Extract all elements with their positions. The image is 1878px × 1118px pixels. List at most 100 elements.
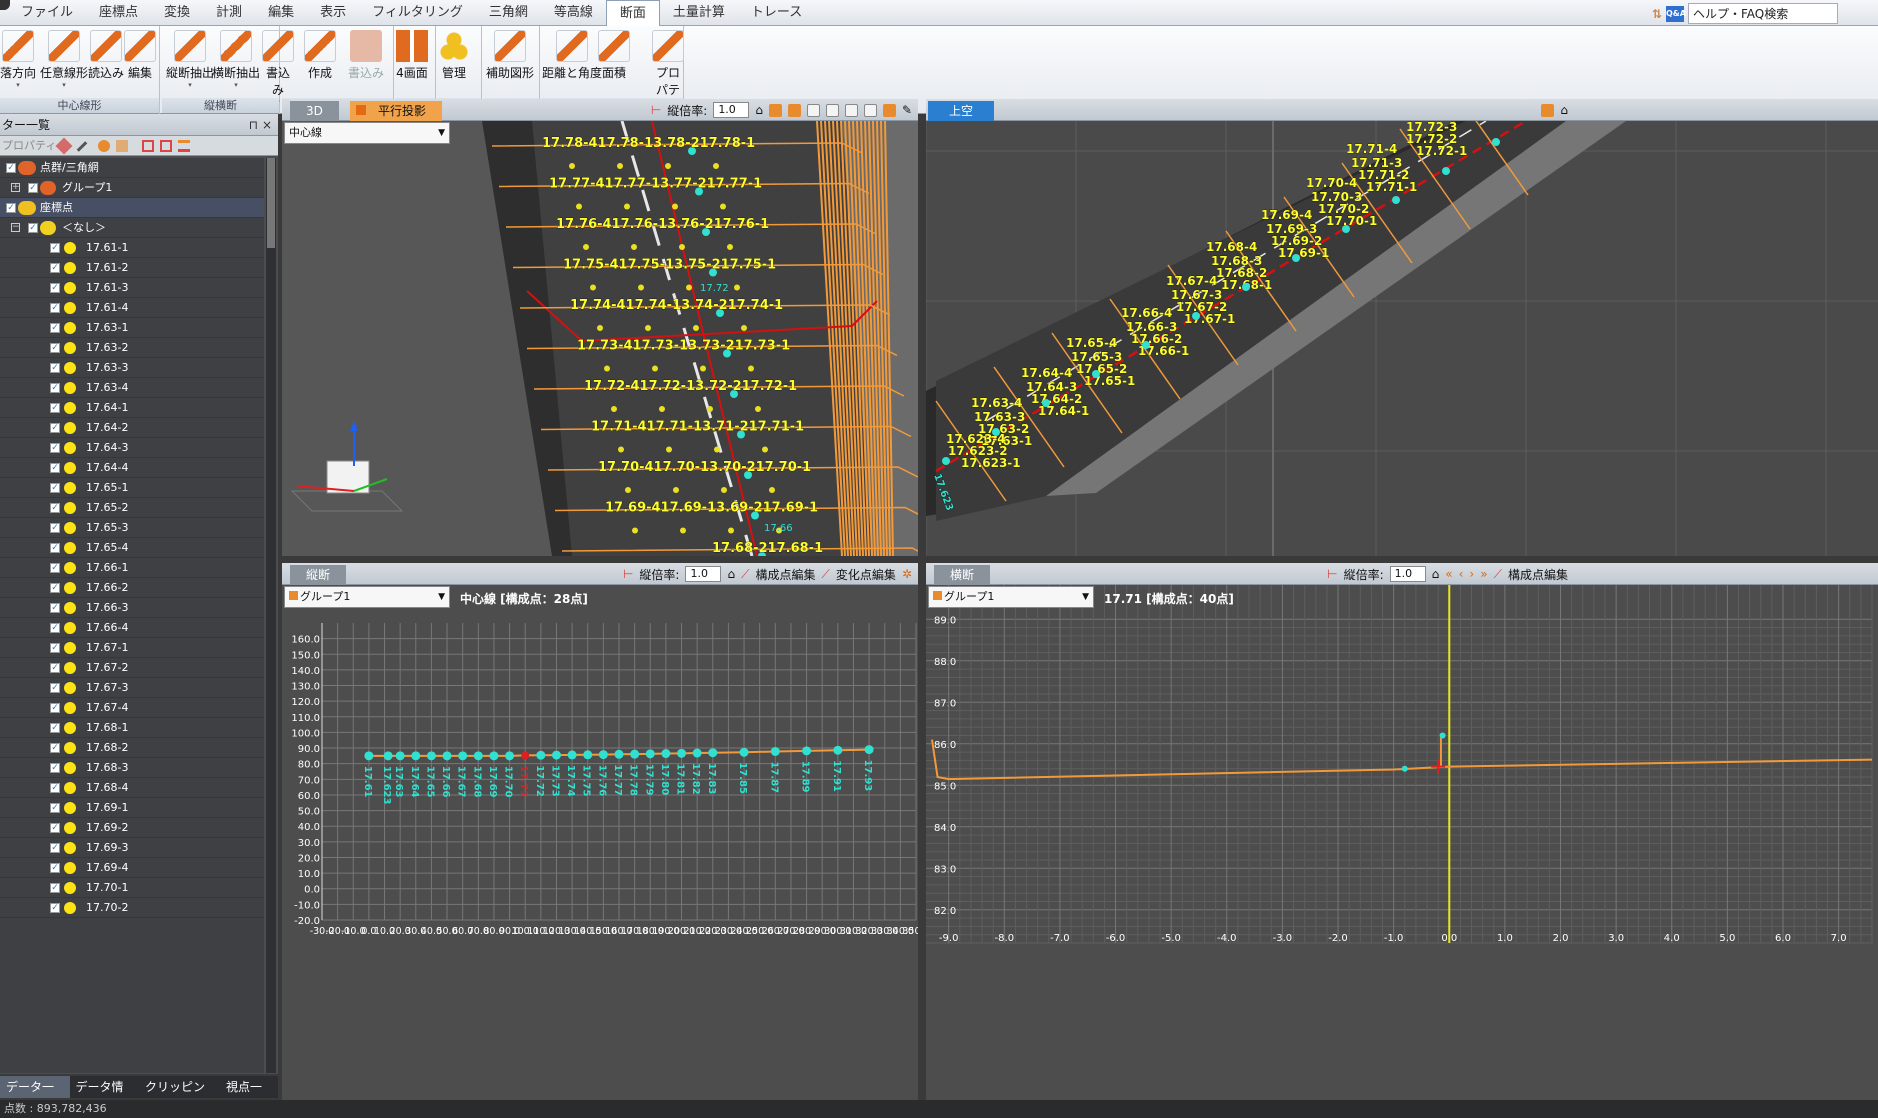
checkbox[interactable]: ✓	[6, 163, 16, 173]
home-icon[interactable]: ⌂	[755, 103, 763, 117]
ribbon-button-1-0[interactable]: 縦断抽出 ▾	[166, 28, 214, 96]
checkbox[interactable]: ✓	[50, 303, 60, 313]
toolbar-icon-5[interactable]	[142, 140, 154, 152]
ribbon-button-0-1[interactable]: 任意線形 ▾	[40, 28, 88, 96]
tab-cross[interactable]: 横断	[934, 565, 991, 585]
ribbon-button-6-1[interactable]: 面積	[598, 28, 630, 96]
bottom-tab-2[interactable]: クリッピング	[139, 1076, 220, 1116]
checkbox[interactable]: ✓	[50, 363, 60, 373]
toolbar-icon-4[interactable]	[116, 140, 128, 152]
scrollbar-thumb[interactable]	[267, 158, 275, 248]
edit-points-button[interactable]: 構成点編集	[1508, 566, 1568, 583]
expand-icon[interactable]: +	[11, 183, 20, 192]
centerline-select[interactable]: 中心線 ▼	[284, 122, 450, 144]
menu-tab-10[interactable]: 土量計算	[660, 0, 738, 26]
menu-tab-1[interactable]: 座標点	[86, 0, 151, 26]
checkbox[interactable]: ✓	[50, 803, 60, 813]
checkbox[interactable]: ✓	[50, 283, 60, 293]
tree-row[interactable]: ✓ 17.68-2	[0, 738, 264, 758]
ribbon-button-2-1[interactable]: 書込み	[348, 28, 384, 96]
checkbox[interactable]: ✓	[50, 883, 60, 893]
view-bottom-icon[interactable]	[863, 103, 877, 117]
ribbon-button-3-0[interactable]: 4画面	[396, 28, 428, 96]
marker-icon[interactable]	[882, 103, 896, 117]
view-top-icon[interactable]	[844, 103, 858, 117]
tab-parallel-projection[interactable]: 平行投影	[350, 101, 443, 121]
scale-input[interactable]: 1.0	[685, 566, 722, 582]
home-icon[interactable]: ⌂	[1432, 567, 1440, 581]
checkbox[interactable]: ✓	[50, 823, 60, 833]
view-left-icon[interactable]	[806, 103, 820, 117]
toolbar-icon-7[interactable]	[178, 140, 190, 152]
menu-tab-6[interactable]: フィルタリング	[359, 0, 476, 26]
checkbox[interactable]: ✓	[50, 483, 60, 493]
checkbox[interactable]: ✓	[50, 343, 60, 353]
toolbar-icon-2[interactable]	[76, 141, 88, 152]
checkbox[interactable]: ✓	[50, 263, 60, 273]
view-back-icon[interactable]	[787, 103, 801, 117]
tree-row[interactable]: ✓ 17.67-1	[0, 638, 264, 658]
menu-tab-4[interactable]: 編集	[255, 0, 307, 26]
checkbox[interactable]: ✓	[50, 583, 60, 593]
ribbon-button-0-3[interactable]: 編集	[124, 28, 156, 96]
tab-longitudinal[interactable]: 縦断	[290, 565, 347, 585]
checkbox[interactable]: ✓	[6, 203, 16, 213]
edit-change-points-button[interactable]: 変化点編集	[836, 566, 896, 583]
view-right-icon[interactable]	[825, 103, 839, 117]
checkbox[interactable]: ✓	[28, 223, 38, 233]
checkbox[interactable]: ✓	[50, 563, 60, 573]
next-icon[interactable]: ›	[1469, 567, 1474, 581]
group-select[interactable]: グループ1 ▼	[928, 586, 1094, 608]
ribbon-button-4-0[interactable]: 管理	[438, 28, 470, 96]
toolbar-icon-1[interactable]	[55, 137, 73, 155]
layers-icon[interactable]	[1541, 103, 1555, 117]
tree-row[interactable]: ✓ 17.67-2	[0, 658, 264, 678]
tree-row[interactable]: ✓ 17.68-4	[0, 778, 264, 798]
menu-tab-3[interactable]: 計測	[203, 0, 255, 26]
checkbox[interactable]: ✓	[50, 603, 60, 613]
checkbox[interactable]: ✓	[50, 243, 60, 253]
tree-row[interactable]: ✓ 17.70-1	[0, 878, 264, 898]
menu-tab-5[interactable]: 表示	[307, 0, 359, 26]
close-icon[interactable]: ×	[262, 114, 272, 136]
menu-tab-7[interactable]: 三角網	[476, 0, 541, 26]
home-icon[interactable]: ⌂	[1560, 103, 1568, 117]
checkbox[interactable]: ✓	[50, 623, 60, 633]
tree-row[interactable]: ✓ 17.61-3	[0, 278, 264, 298]
tree-row[interactable]: ✓ 17.69-1	[0, 798, 264, 818]
checkbox[interactable]: ✓	[50, 863, 60, 873]
tree-row[interactable]: ✓ 17.63-1	[0, 318, 264, 338]
collapse-icon[interactable]: −	[11, 223, 20, 232]
properties-button[interactable]: プロパティ	[2, 139, 56, 152]
tree-row[interactable]: ✓ 17.66-4	[0, 618, 264, 638]
tree-row[interactable]: ✓ 17.68-1	[0, 718, 264, 738]
checkbox[interactable]: ✓	[50, 763, 60, 773]
tree-row[interactable]: ✓ 17.63-3	[0, 358, 264, 378]
scale-input[interactable]: 1.0	[1389, 566, 1426, 582]
bottom-tab-3[interactable]: 視点一覧	[220, 1076, 278, 1116]
tree-row[interactable]: − ✓ ＜なし＞	[0, 218, 264, 238]
checkbox[interactable]: ✓	[50, 423, 60, 433]
pin-icon[interactable]: ⊓	[249, 114, 258, 136]
menu-tab-8[interactable]: 等高線	[541, 0, 606, 26]
qa-icon[interactable]: Q&A	[1666, 5, 1686, 22]
menu-tab-2[interactable]: 変換	[151, 0, 203, 26]
tree-row[interactable]: ✓ 17.63-4	[0, 378, 264, 398]
tree-row[interactable]: ✓ 17.70-2	[0, 898, 264, 918]
tree-row[interactable]: ✓ 17.65-3	[0, 518, 264, 538]
checkbox[interactable]: ✓	[50, 663, 60, 673]
tree-row[interactable]: ✓ 17.65-2	[0, 498, 264, 518]
ribbon-button-0-0[interactable]: 落方向 ▾	[0, 28, 36, 96]
checkbox[interactable]: ✓	[50, 683, 60, 693]
checkbox[interactable]: ✓	[50, 443, 60, 453]
longitudinal-chart[interactable]: 160.0 150.0 140.0 130.0 120.0 110.0 100.0 90.0 8…	[282, 585, 918, 1118]
tree-row[interactable]: ✓ 17.64-4	[0, 458, 264, 478]
checkbox[interactable]: ✓	[50, 463, 60, 473]
home-icon[interactable]: ⌂	[727, 567, 735, 581]
gear-icon[interactable]: ✲	[902, 567, 912, 581]
bottom-tab-0[interactable]: データ一覧	[0, 1076, 70, 1116]
tree-row[interactable]: ✓ 17.64-2	[0, 418, 264, 438]
checkbox[interactable]: ✓	[50, 643, 60, 653]
tree-row[interactable]: ✓ 点群/三角網	[0, 158, 264, 178]
tree-row[interactable]: ✓ 17.68-3	[0, 758, 264, 778]
